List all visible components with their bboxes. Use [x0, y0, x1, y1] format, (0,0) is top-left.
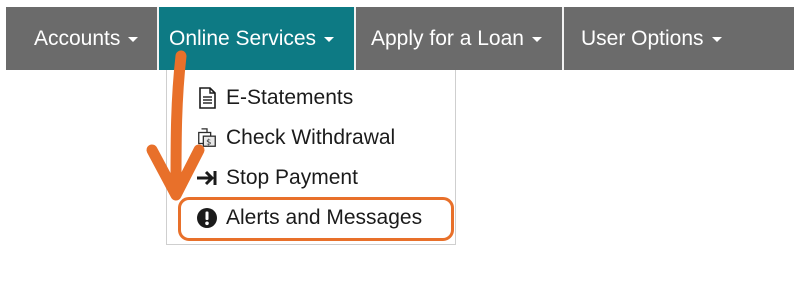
caret-down-icon — [711, 37, 722, 42]
nav-accounts[interactable]: Accounts — [6, 7, 157, 70]
nav-apply-for-loan-label: Apply for a Loan — [371, 26, 524, 50]
menu-item-label: Check Withdrawal — [226, 126, 396, 149]
menu-item-e-statements[interactable]: E-Statements — [196, 83, 353, 113]
nav-apply-for-loan[interactable]: Apply for a Loan — [356, 7, 562, 70]
menu-item-stop-payment[interactable]: Stop Payment — [196, 163, 358, 193]
menu-item-check-withdrawal[interactable]: $ Check Withdrawal — [196, 123, 395, 153]
nav-accounts-label: Accounts — [34, 26, 121, 50]
caret-down-icon — [324, 37, 335, 42]
caret-down-icon — [128, 37, 139, 42]
main-navbar: Accounts Online Services Apply for a Loa… — [6, 7, 794, 70]
arrow-to-bar-icon — [196, 167, 218, 189]
document-icon — [196, 87, 218, 109]
check-withdrawal-icon: $ — [196, 127, 218, 149]
nav-user-options[interactable]: User Options — [564, 7, 794, 70]
highlight-box — [178, 197, 454, 241]
caret-down-icon — [531, 37, 542, 42]
nav-online-services[interactable]: Online Services — [159, 7, 354, 70]
svg-text:$: $ — [206, 136, 211, 146]
menu-item-label: Stop Payment — [226, 166, 358, 189]
menu-item-label: E-Statements — [226, 86, 354, 109]
nav-online-services-label: Online Services — [169, 26, 317, 50]
nav-user-options-label: User Options — [581, 26, 704, 50]
